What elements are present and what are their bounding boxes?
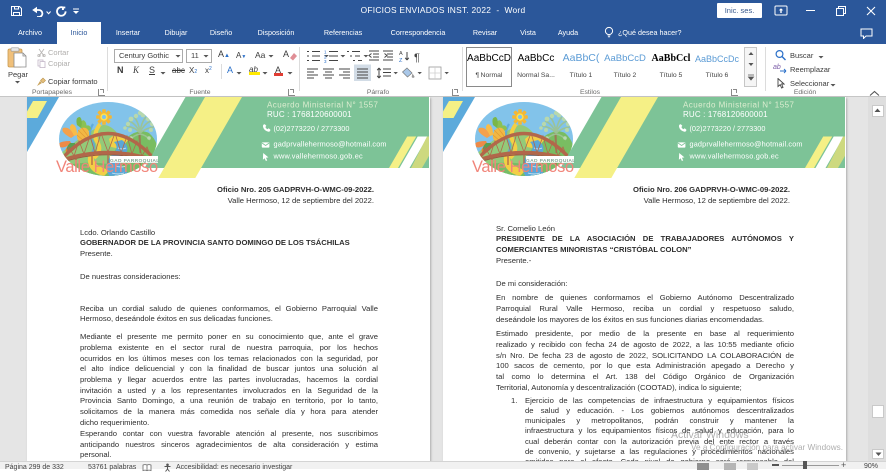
svg-text:3: 3 xyxy=(324,59,327,64)
svg-text:Z: Z xyxy=(399,58,403,64)
svg-text:A: A xyxy=(399,51,403,57)
svg-text:¶: ¶ xyxy=(414,52,420,64)
